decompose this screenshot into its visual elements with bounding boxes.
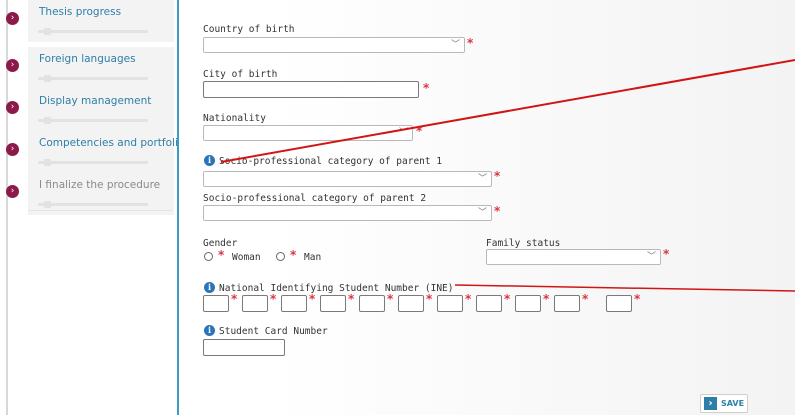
- required-marker: *: [504, 292, 511, 306]
- sidebar-item-label: Display management: [39, 95, 152, 107]
- required-marker: *: [270, 292, 277, 306]
- ine-label: National Identifying Student Number (INE…: [219, 283, 454, 294]
- sidebar-item-finalize-procedure[interactable]: › I finalize the procedure: [6, 173, 174, 215]
- sidebar-item-foreign-languages[interactable]: › Foreign languages: [6, 47, 174, 89]
- info-icon[interactable]: i: [204, 325, 215, 336]
- parent1-category-label: Socio-professional category of parent 1: [219, 156, 443, 167]
- chevron-down-icon: ﹀: [477, 208, 487, 218]
- sidebar-item-label: I finalize the procedure: [39, 179, 161, 191]
- ine-char-input[interactable]: [203, 295, 229, 312]
- required-marker: *: [218, 248, 225, 262]
- required-marker: *: [309, 292, 316, 306]
- chevron-right-icon: ›: [6, 59, 19, 72]
- city-of-birth-input[interactable]: [203, 81, 419, 98]
- ine-char-input[interactable]: [476, 295, 502, 312]
- gender-woman-radio[interactable]: [204, 252, 213, 261]
- chevron-right-icon: ›: [6, 185, 19, 198]
- ine-char-input[interactable]: [606, 295, 632, 312]
- ine-char-input[interactable]: [398, 295, 424, 312]
- progress-track: [38, 117, 148, 124]
- required-marker: *: [582, 292, 589, 306]
- progress-track: [38, 159, 148, 166]
- gender-man-radio[interactable]: [276, 252, 285, 261]
- required-marker: *: [426, 292, 433, 306]
- chevron-right-icon: ›: [6, 12, 19, 25]
- sidebar-item-card: Foreign languages: [28, 47, 174, 89]
- chevron-down-icon: ﹀: [450, 40, 460, 50]
- ine-char-input[interactable]: [515, 295, 541, 312]
- sidebar-item-label: Thesis progress: [39, 6, 122, 18]
- required-marker: *: [348, 292, 355, 306]
- sidebar-item-display-management[interactable]: › Display management: [6, 89, 174, 131]
- country-of-birth-label: Country of birth: [203, 24, 295, 35]
- required-marker: *: [467, 36, 474, 50]
- gender-man-label: Man: [304, 252, 322, 263]
- ine-char-input[interactable]: [242, 295, 268, 312]
- family-status-label: Family status: [486, 238, 561, 249]
- required-marker: *: [663, 247, 670, 261]
- progress-track: [38, 201, 148, 208]
- progress-track: [38, 28, 148, 35]
- progress-track: [38, 75, 148, 82]
- sidebar-item-label: Foreign languages: [39, 53, 136, 65]
- required-marker: *: [494, 169, 501, 183]
- required-marker: *: [543, 292, 550, 306]
- info-icon[interactable]: i: [204, 282, 215, 293]
- nationality-select[interactable]: ﹀: [203, 125, 413, 141]
- save-button[interactable]: › SAVE: [700, 394, 748, 413]
- sidebar-item-card: Competencies and portfolio: [28, 131, 184, 173]
- ine-char-input[interactable]: [320, 295, 346, 312]
- chevron-right-icon: ›: [6, 143, 19, 156]
- ine-char-input[interactable]: [554, 295, 580, 312]
- chevron-down-icon: ﹀: [477, 174, 487, 184]
- ine-char-input[interactable]: [281, 295, 307, 312]
- country-of-birth-select[interactable]: ﹀: [203, 37, 465, 53]
- parent1-category-select[interactable]: ﹀: [203, 171, 492, 187]
- student-card-input[interactable]: [203, 339, 285, 356]
- parent2-category-label: Socio-professional category of parent 2: [203, 193, 427, 204]
- sidebar-item-card: I finalize the procedure: [28, 173, 174, 215]
- save-button-label: SAVE: [721, 399, 745, 408]
- student-card-label: Student Card Number: [219, 326, 328, 337]
- sidebar-item-card: Thesis progress: [28, 0, 174, 42]
- city-of-birth-label: City of birth: [203, 69, 278, 80]
- required-marker: *: [231, 292, 238, 306]
- required-marker: *: [416, 124, 423, 138]
- required-marker: *: [423, 81, 430, 95]
- chevron-down-icon: ﹀: [646, 252, 656, 262]
- required-marker: *: [634, 292, 641, 306]
- sidebar-item-card: Display management: [28, 89, 174, 131]
- required-marker: *: [290, 248, 297, 262]
- required-marker: *: [494, 204, 501, 218]
- parent2-category-select[interactable]: ﹀: [203, 205, 492, 221]
- sidebar-item-thesis-progress[interactable]: › Thesis progress: [6, 0, 174, 42]
- gender-woman-label: Woman: [232, 252, 261, 263]
- sidebar-separator: [28, 210, 172, 211]
- required-marker: *: [465, 292, 472, 306]
- family-status-select[interactable]: ﹀: [486, 249, 661, 265]
- ine-char-input[interactable]: [437, 295, 463, 312]
- sidebar-item-label: Competencies and portfolio: [39, 137, 185, 149]
- arrow-right-icon: ›: [704, 397, 717, 410]
- ine-char-input[interactable]: [359, 295, 385, 312]
- sidebar: › Thesis progress › Foreign languages › …: [0, 0, 184, 415]
- sidebar-item-competencies-portfolio[interactable]: › Competencies and portfolio: [6, 131, 184, 173]
- chevron-down-icon: ﹀: [398, 128, 408, 138]
- required-marker: *: [387, 292, 394, 306]
- info-icon[interactable]: i: [204, 155, 215, 166]
- nationality-label: Nationality: [203, 113, 266, 124]
- chevron-right-icon: ›: [6, 101, 19, 114]
